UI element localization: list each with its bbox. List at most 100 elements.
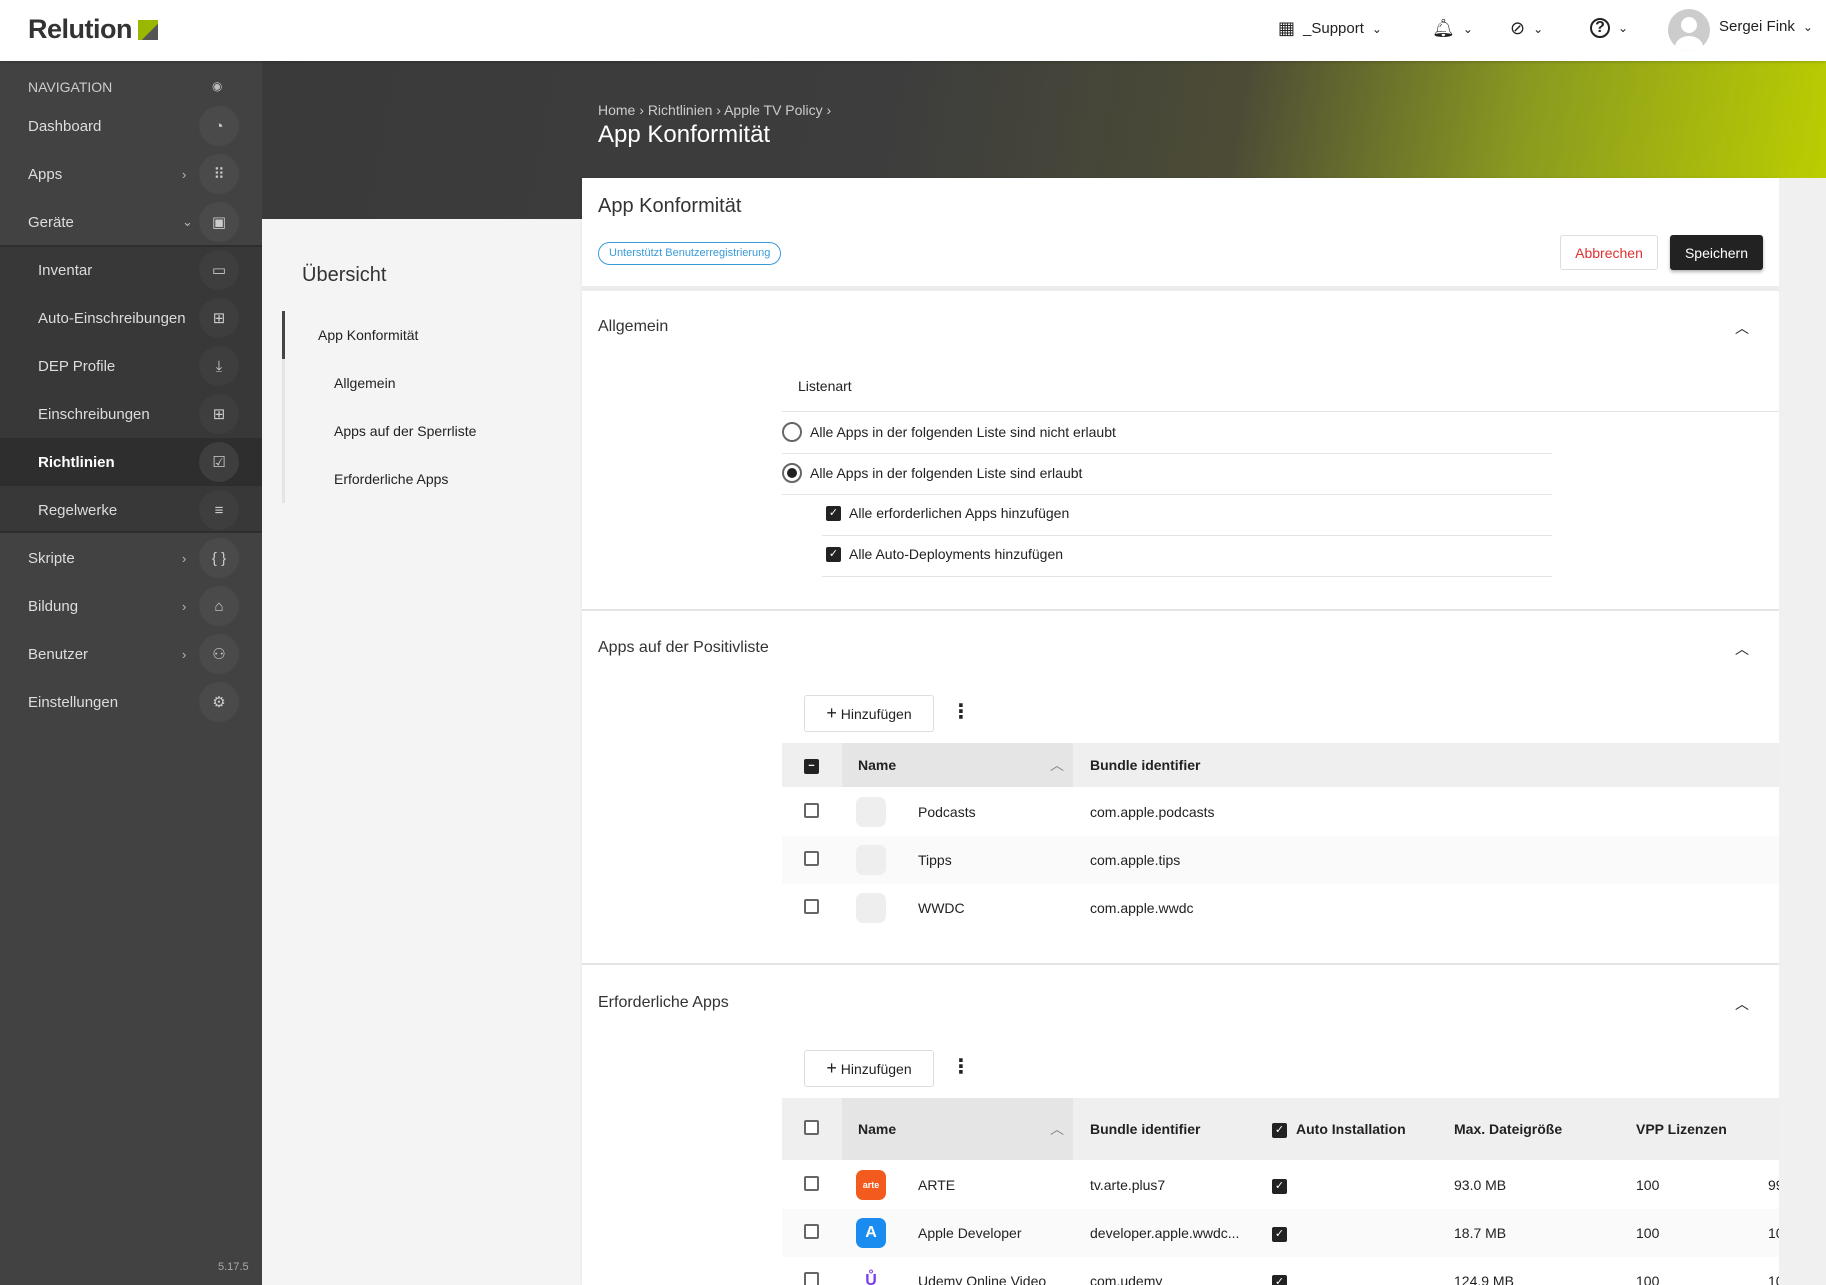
row-checkbox[interactable] (804, 899, 819, 914)
more-icon[interactable]: ⋮ (951, 699, 971, 724)
sort-asc-icon[interactable]: ︿ (1050, 755, 1064, 775)
chevron-right-icon: › (182, 166, 187, 182)
row-checkbox[interactable] (804, 803, 819, 818)
auto-install-all-checkbox[interactable]: ✓ (1272, 1123, 1287, 1138)
explore-button[interactable]: ⊘ ⌄ (1510, 18, 1543, 39)
divider (822, 535, 1552, 536)
sidebar-item-regelwerke[interactable]: Regelwerke ≡ (0, 486, 262, 534)
col-name[interactable]: Name (858, 757, 896, 773)
org-switcher[interactable]: ▦ _Support ⌄ (1278, 18, 1382, 39)
braces-icon: { } (199, 538, 239, 578)
radio-button[interactable] (782, 422, 802, 442)
sidebar-item-benutzer[interactable]: Benutzer › ⚇ (0, 630, 262, 678)
checkbox-label: Alle Auto-Deployments hinzufügen (849, 546, 1064, 562)
more-icon[interactable]: ⋮ (951, 1054, 971, 1079)
save-button[interactable]: Speichern (1670, 235, 1763, 270)
add-allowlist-button[interactable]: + Hinzufügen (804, 695, 934, 732)
sidebar-item-label: Regelwerke (38, 501, 118, 519)
sidebar-item-richtlinien[interactable]: Richtlinien ☑ (0, 438, 262, 486)
divider (782, 411, 1779, 412)
chevron-down-icon: ⌄ (1802, 19, 1813, 34)
row-checkbox[interactable] (804, 851, 819, 866)
radio-not-allowed[interactable]: Alle Apps in der folgenden Liste sind ni… (782, 422, 1116, 442)
checkbox-checked[interactable]: ✓ (826, 505, 841, 521)
bell-icon: 🔔︎ (1432, 18, 1455, 38)
add-required-button[interactable]: + Hinzufügen (804, 1050, 934, 1087)
sidebar-item-skripte[interactable]: Skripte › { } (0, 534, 262, 582)
notifications-button[interactable]: 🔔︎ ⌄ (1432, 18, 1473, 39)
relution-logo[interactable]: Relution (28, 14, 158, 45)
checkbox-required-apps[interactable]: ✓ Alle erforderlichen Apps hinzufügen (826, 505, 1069, 521)
pin-icon[interactable]: ◉ (212, 79, 222, 93)
sidebar-item-apps[interactable]: Apps › ⠿ (0, 150, 262, 198)
sidebar-item-auto-einschreibungen[interactable]: Auto-Einschreibungen ⊞ (0, 294, 262, 342)
sidebar-item-einschreibungen[interactable]: Einschreibungen ⊞ (0, 390, 262, 438)
overview-item-allgemein[interactable]: Allgemein (334, 375, 395, 391)
section-title-required: Erforderliche Apps (598, 994, 729, 1011)
list-type-label: Listenart (798, 378, 852, 394)
breadcrumb-home[interactable]: Home (598, 102, 635, 118)
select-all-checkbox[interactable] (804, 1120, 819, 1135)
row-checkbox[interactable] (804, 1176, 819, 1191)
chevron-up-icon[interactable]: ︿ (1735, 318, 1749, 338)
auto-install-checkbox[interactable]: ✓ (1272, 1179, 1287, 1194)
top-bar: Relution ▦ _Support ⌄ 🔔︎ ⌄ ⊘ ⌄ ? ⌄ Sergei Fin… (0, 0, 1826, 61)
max-size: 93.0 MB (1454, 1177, 1507, 1193)
col-bundle[interactable]: Bundle identifier (1090, 757, 1200, 773)
checkbox-auto-deployments[interactable]: ✓ Alle Auto-Deployments hinzufügen (826, 546, 1063, 562)
breadcrumb-richtlinien[interactable]: Richtlinien (648, 102, 713, 118)
sidebar-item-geräte[interactable]: Geräte ⌄ ▣ (0, 198, 262, 246)
auto-install-checkbox[interactable]: ✓ (1272, 1275, 1287, 1285)
table-row[interactable]: A Apple Developer developer.apple.wwdc..… (782, 1209, 1779, 1257)
table-row[interactable]: Tipps com.apple.tips (782, 836, 1779, 884)
bundle-id: com.apple.tips (1090, 852, 1181, 868)
chevron-down-icon: ⌄ (182, 214, 193, 229)
sidebar-item-label: Geräte (28, 213, 74, 231)
user-menu[interactable]: Sergei Fink ⌄ (1719, 18, 1813, 35)
table-row[interactable]: Podcasts com.apple.podcasts (782, 788, 1779, 836)
col-vpp[interactable]: VPP Lizenzen (1636, 1121, 1727, 1137)
required-table-header: Name ︿ Bundle identifier ✓ Auto Installa… (782, 1098, 1779, 1160)
sidebar-item-einstellungen[interactable]: Einstellungen ⚙ (0, 678, 262, 726)
col-name[interactable]: Name (858, 1121, 896, 1137)
radio-allowed[interactable]: Alle Apps in der folgenden Liste sind er… (782, 463, 1082, 483)
chevron-up-icon[interactable]: ︿ (1735, 994, 1749, 1014)
org-name: _Support (1303, 20, 1364, 37)
cancel-button[interactable]: Abbrechen (1560, 235, 1658, 270)
download-icon: ⤓ (199, 346, 239, 386)
col-auto-installation[interactable]: Auto Installation (1296, 1121, 1406, 1137)
extra-column-value: 99 (1768, 1177, 1779, 1193)
app-placeholder-icon (856, 893, 886, 923)
page-title: App Konformität (598, 121, 771, 148)
help-button[interactable]: ? ⌄ (1590, 18, 1628, 38)
table-row[interactable]: WWDC com.apple.wwdc (782, 884, 1779, 932)
table-row[interactable]: Ů Udemy Online Video com.udemy ✓ 124.9 M… (782, 1257, 1779, 1285)
sidebar-item-bildung[interactable]: Bildung › ⌂ (0, 582, 262, 630)
graduation-icon: ⌂ (199, 586, 239, 626)
table-row[interactable]: arte ARTE tv.arte.plus7 ✓ 93.0 MB 100 99 (782, 1161, 1779, 1209)
row-checkbox[interactable] (804, 1224, 819, 1239)
select-all-checkbox[interactable]: − (804, 759, 819, 774)
chevron-up-icon[interactable]: ︿ (1735, 639, 1749, 659)
divider (782, 494, 1552, 495)
rules-icon: ≡ (199, 490, 239, 530)
overview-item-erforderliche-apps[interactable]: Erforderliche Apps (334, 471, 448, 487)
row-checkbox[interactable] (804, 1272, 819, 1285)
avatar[interactable] (1668, 9, 1710, 51)
auto-install-checkbox[interactable]: ✓ (1272, 1227, 1287, 1242)
sidebar-item-inventar[interactable]: Inventar ▭ (0, 246, 262, 294)
nav-header: NAVIGATION (28, 79, 113, 95)
col-bundle[interactable]: Bundle identifier (1090, 1121, 1200, 1137)
col-max-size[interactable]: Max. Dateigröße (1454, 1121, 1562, 1137)
policy-card: App Konformität Unterstützt Benutzerregi… (582, 178, 1779, 1285)
overview-item-app-konformitaet[interactable]: App Konformität (318, 327, 418, 343)
sidebar-item-dep-profile[interactable]: DEP Profile ⤓ (0, 342, 262, 390)
overview-item-sperrliste[interactable]: Apps auf der Sperrliste (334, 423, 476, 439)
inventory-icon: ▭ (199, 250, 239, 290)
breadcrumb-policy[interactable]: Apple TV Policy (724, 102, 823, 118)
sidebar-item-dashboard[interactable]: Dashboard ◔ (0, 102, 262, 150)
extra-column-value: 10 (1768, 1273, 1779, 1285)
checkbox-checked[interactable]: ✓ (826, 546, 841, 562)
sort-asc-icon[interactable]: ︿ (1050, 1119, 1064, 1139)
radio-button[interactable] (782, 463, 802, 483)
